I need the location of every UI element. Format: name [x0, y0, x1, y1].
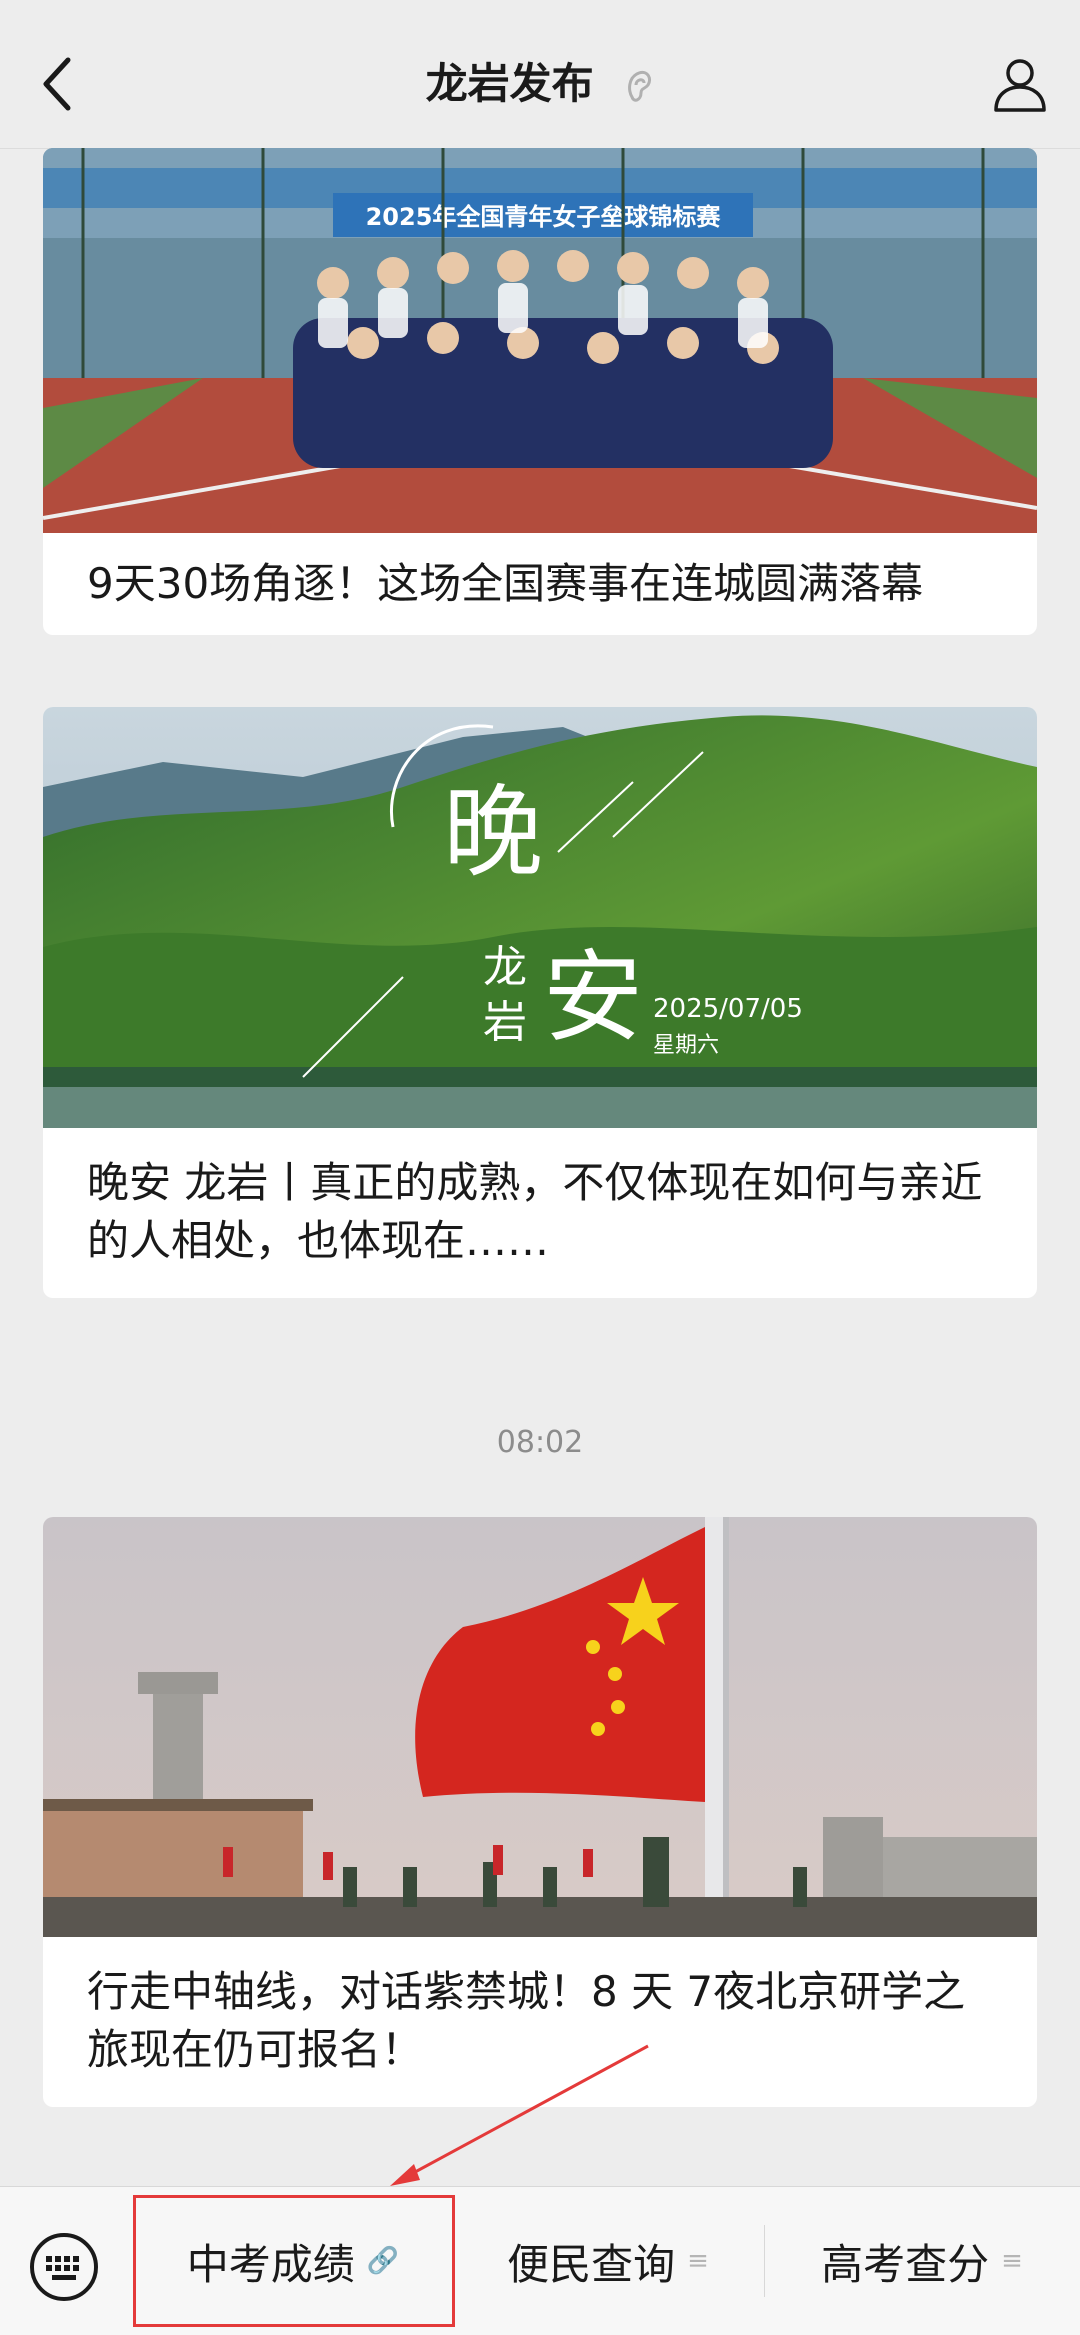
message-timestamp: 08:02 [496, 1425, 584, 1460]
person-icon[interactable] [990, 54, 1050, 114]
menu-item-bianmin[interactable]: 便民查询 ≡ [452, 2187, 764, 2335]
submenu-icon: ≡ [687, 2246, 709, 2276]
overlay-weekday: 星期六 [653, 1033, 719, 1058]
menu-item-label: 高考查分 [821, 2239, 990, 2289]
article-title[interactable]: 9天30场角逐！这场全国赛事在连城圆满落幕 [43, 533, 1037, 635]
overlay-char-wan: 晚 [443, 774, 543, 891]
article-image: 晚 龙 岩 安 2025/07/05 星期六 [43, 707, 1037, 1128]
submenu-icon: ≡ [1001, 2246, 1023, 2276]
overlay-char-an: 安 [543, 939, 643, 1056]
article-image: 2025年全国青年女子垒球锦标赛 [43, 148, 1037, 533]
account-name: 龙岩发布 [425, 59, 594, 108]
menu-item-gaokao[interactable]: 高考查分 ≡ [764, 2187, 1080, 2335]
menu-item-label: 便民查询 [507, 2239, 676, 2289]
banner-text: 2025年全国青年女子垒球锦标赛 [366, 203, 722, 231]
annotation-highlight-box [133, 2195, 455, 2327]
article-card[interactable]: 行走中轴线，对话紫禁城！8 天 7夜北京研学之旅现在仍可报名！ [43, 1517, 1037, 2107]
article-image [43, 1517, 1037, 1937]
article-card[interactable]: 2025年全国青年女子垒球锦标赛 9天30场角逐！这场全国赛事在连城圆满落幕 [43, 148, 1037, 635]
overlay-char-long: 龙 [483, 942, 527, 993]
keyboard-icon[interactable] [28, 2231, 100, 2303]
overlay-date: 2025/07/05 [653, 994, 803, 1024]
ear-icon[interactable] [624, 67, 654, 107]
page-title: 龙岩发布 [0, 54, 1080, 114]
article-card[interactable]: 晚 龙 岩 安 2025/07/05 星期六 晚安 龙岩丨真正的成熟，不仅体现在… [43, 707, 1037, 1298]
overlay-char-yan: 岩 [483, 997, 527, 1048]
top-nav-bar: 龙岩发布 [0, 0, 1080, 149]
article-title[interactable]: 晚安 龙岩丨真正的成熟，不仅体现在如何与亲近的人相处，也体现在…… [43, 1128, 1037, 1298]
annotation-arrow [390, 2044, 649, 2186]
